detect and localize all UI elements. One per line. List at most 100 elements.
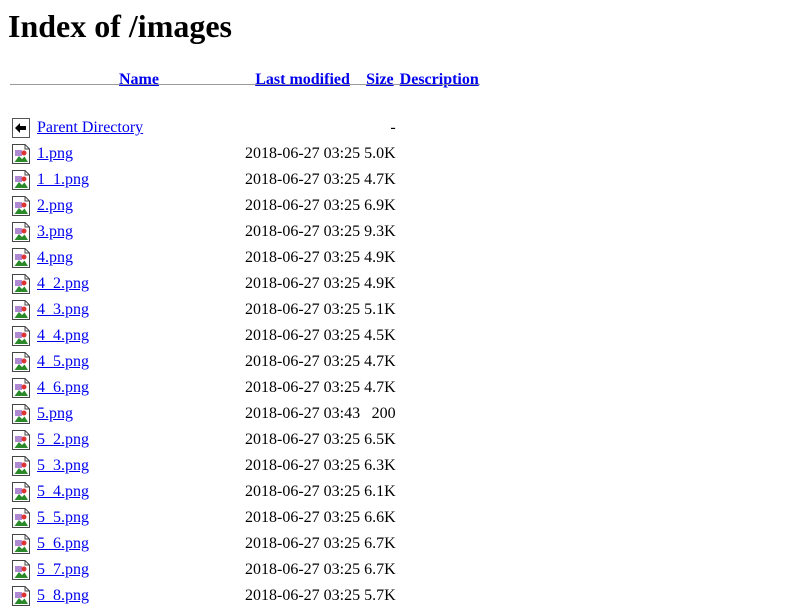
file-row: 1.png 2018-06-27 03:25 5.0K xyxy=(10,142,480,166)
file-link[interactable]: 4.png xyxy=(37,249,73,266)
file-modified-cell: 2018-06-27 03:25 xyxy=(245,327,361,344)
file-row: 4_3.png 2018-06-27 03:25 5.1K xyxy=(10,298,480,322)
size-column-header: Size xyxy=(363,68,397,92)
file-row: 4_6.png 2018-06-27 03:25 4.7K xyxy=(10,376,480,400)
file-modified-cell: 2018-06-27 03:25 xyxy=(245,379,361,396)
file-icon-cell xyxy=(10,428,34,452)
file-link[interactable]: 5_2.png xyxy=(37,431,89,448)
image-icon xyxy=(11,195,31,217)
file-row: 5_8.png 2018-06-27 03:25 5.7K xyxy=(10,584,480,608)
back-icon xyxy=(11,117,31,139)
file-link[interactable]: 5_7.png xyxy=(37,561,89,578)
file-icon-cell xyxy=(10,272,34,296)
file-link[interactable]: 3.png xyxy=(37,223,73,240)
file-name-cell: 5_4.png xyxy=(36,480,242,504)
file-link[interactable]: 5_3.png xyxy=(37,457,89,474)
sort-by-last-modified-link[interactable]: Last modified xyxy=(255,71,350,88)
file-link[interactable]: 5.png xyxy=(37,405,73,422)
file-link[interactable]: 1.png xyxy=(37,145,73,162)
file-row: 5_3.png 2018-06-27 03:25 6.3K xyxy=(10,454,480,478)
file-modified-cell: 2018-06-27 03:25 xyxy=(245,561,361,578)
image-icon xyxy=(11,533,31,555)
file-size-cell: 6.1K xyxy=(364,483,396,500)
sort-by-description-link[interactable]: Description xyxy=(400,71,479,88)
file-size-cell: 4.9K xyxy=(364,275,396,292)
file-icon-cell xyxy=(10,584,34,608)
file-modified-cell: 2018-06-27 03:25 xyxy=(245,301,361,318)
image-icon xyxy=(11,221,31,243)
name-column-header: Name xyxy=(36,68,242,92)
file-link[interactable]: 4_6.png xyxy=(37,379,89,396)
file-row: 3.png 2018-06-27 03:25 9.3K xyxy=(10,220,480,244)
image-icon xyxy=(11,585,31,607)
file-name-cell: 5_7.png xyxy=(36,558,242,582)
file-description-cell xyxy=(399,350,480,374)
file-modified-cell: 2018-06-27 03:25 xyxy=(245,353,361,370)
file-name-cell: 5_8.png xyxy=(36,584,242,608)
header-divider-row xyxy=(10,84,480,114)
file-modified-cell: 2018-06-27 03:25 xyxy=(245,587,361,604)
file-link[interactable]: 5_6.png xyxy=(37,535,89,552)
header-row: Name Last modified Size Description xyxy=(10,68,480,92)
image-icon xyxy=(11,429,31,451)
file-row: 5_5.png 2018-06-27 03:25 6.6K xyxy=(10,506,480,530)
file-size-cell: 6.9K xyxy=(364,197,396,214)
file-modified-cell: 2018-06-27 03:25 xyxy=(245,457,361,474)
file-name-cell: 4_2.png xyxy=(36,272,242,296)
file-link[interactable]: 5_8.png xyxy=(37,587,89,604)
image-icon xyxy=(11,299,31,321)
file-link[interactable]: 4_3.png xyxy=(37,301,89,318)
file-link[interactable]: 4_2.png xyxy=(37,275,89,292)
file-row: 4.png 2018-06-27 03:25 4.9K xyxy=(10,246,480,270)
file-icon-cell xyxy=(10,246,34,270)
file-name-cell: 4_6.png xyxy=(36,376,242,400)
file-modified-cell: 2018-06-27 03:25 xyxy=(245,223,361,240)
file-icon-cell xyxy=(10,324,34,348)
image-icon xyxy=(11,403,31,425)
file-description-cell xyxy=(399,532,480,556)
file-row: 1_1.png 2018-06-27 03:25 4.7K xyxy=(10,168,480,192)
file-size-cell: 6.5K xyxy=(364,431,396,448)
file-description-cell xyxy=(399,272,480,296)
parent-directory-link[interactable]: Parent Directory xyxy=(37,119,143,136)
sort-by-name-link[interactable]: Name xyxy=(119,71,159,88)
image-icon xyxy=(11,455,31,477)
file-name-cell: 5_5.png xyxy=(36,506,242,530)
file-name-cell: 1.png xyxy=(36,142,242,166)
file-icon-cell xyxy=(10,376,34,400)
file-row: 4_2.png 2018-06-27 03:25 4.9K xyxy=(10,272,480,296)
file-description-cell xyxy=(399,168,480,192)
file-description-cell xyxy=(399,376,480,400)
file-name-cell: 4.png xyxy=(36,246,242,270)
file-modified-cell: 2018-06-27 03:25 xyxy=(245,509,361,526)
file-icon-cell xyxy=(10,506,34,530)
file-icon-cell xyxy=(10,298,34,322)
file-size-cell: 5.0K xyxy=(364,145,396,162)
file-modified-cell: 2018-06-27 03:43 xyxy=(245,405,361,422)
file-name-cell: 1_1.png xyxy=(36,168,242,192)
file-icon-cell xyxy=(10,220,34,244)
description-column-header: Description xyxy=(399,68,480,92)
file-link[interactable]: 5_5.png xyxy=(37,509,89,526)
file-name-cell: 2.png xyxy=(36,194,242,218)
file-description-cell xyxy=(399,428,480,452)
header-divider xyxy=(10,84,480,85)
file-modified-cell: 2018-06-27 03:25 xyxy=(245,171,361,188)
file-size-cell: 200 xyxy=(371,405,396,422)
parent-name-cell: Parent Directory xyxy=(36,116,242,140)
file-link[interactable]: 2.png xyxy=(37,197,73,214)
file-row: 5_2.png 2018-06-27 03:25 6.5K xyxy=(10,428,480,452)
parent-size-cell: - xyxy=(390,119,396,136)
file-description-cell xyxy=(399,506,480,530)
sort-by-size-link[interactable]: Size xyxy=(366,71,394,88)
file-modified-cell: 2018-06-27 03:25 xyxy=(245,431,361,448)
image-icon xyxy=(11,325,31,347)
file-modified-cell: 2018-06-27 03:25 xyxy=(245,535,361,552)
file-size-cell: 6.6K xyxy=(364,509,396,526)
file-link[interactable]: 4_5.png xyxy=(37,353,89,370)
file-link[interactable]: 1_1.png xyxy=(37,171,89,188)
file-description-cell xyxy=(399,246,480,270)
file-link[interactable]: 5_4.png xyxy=(37,483,89,500)
file-link[interactable]: 4_4.png xyxy=(37,327,89,344)
file-name-cell: 3.png xyxy=(36,220,242,244)
